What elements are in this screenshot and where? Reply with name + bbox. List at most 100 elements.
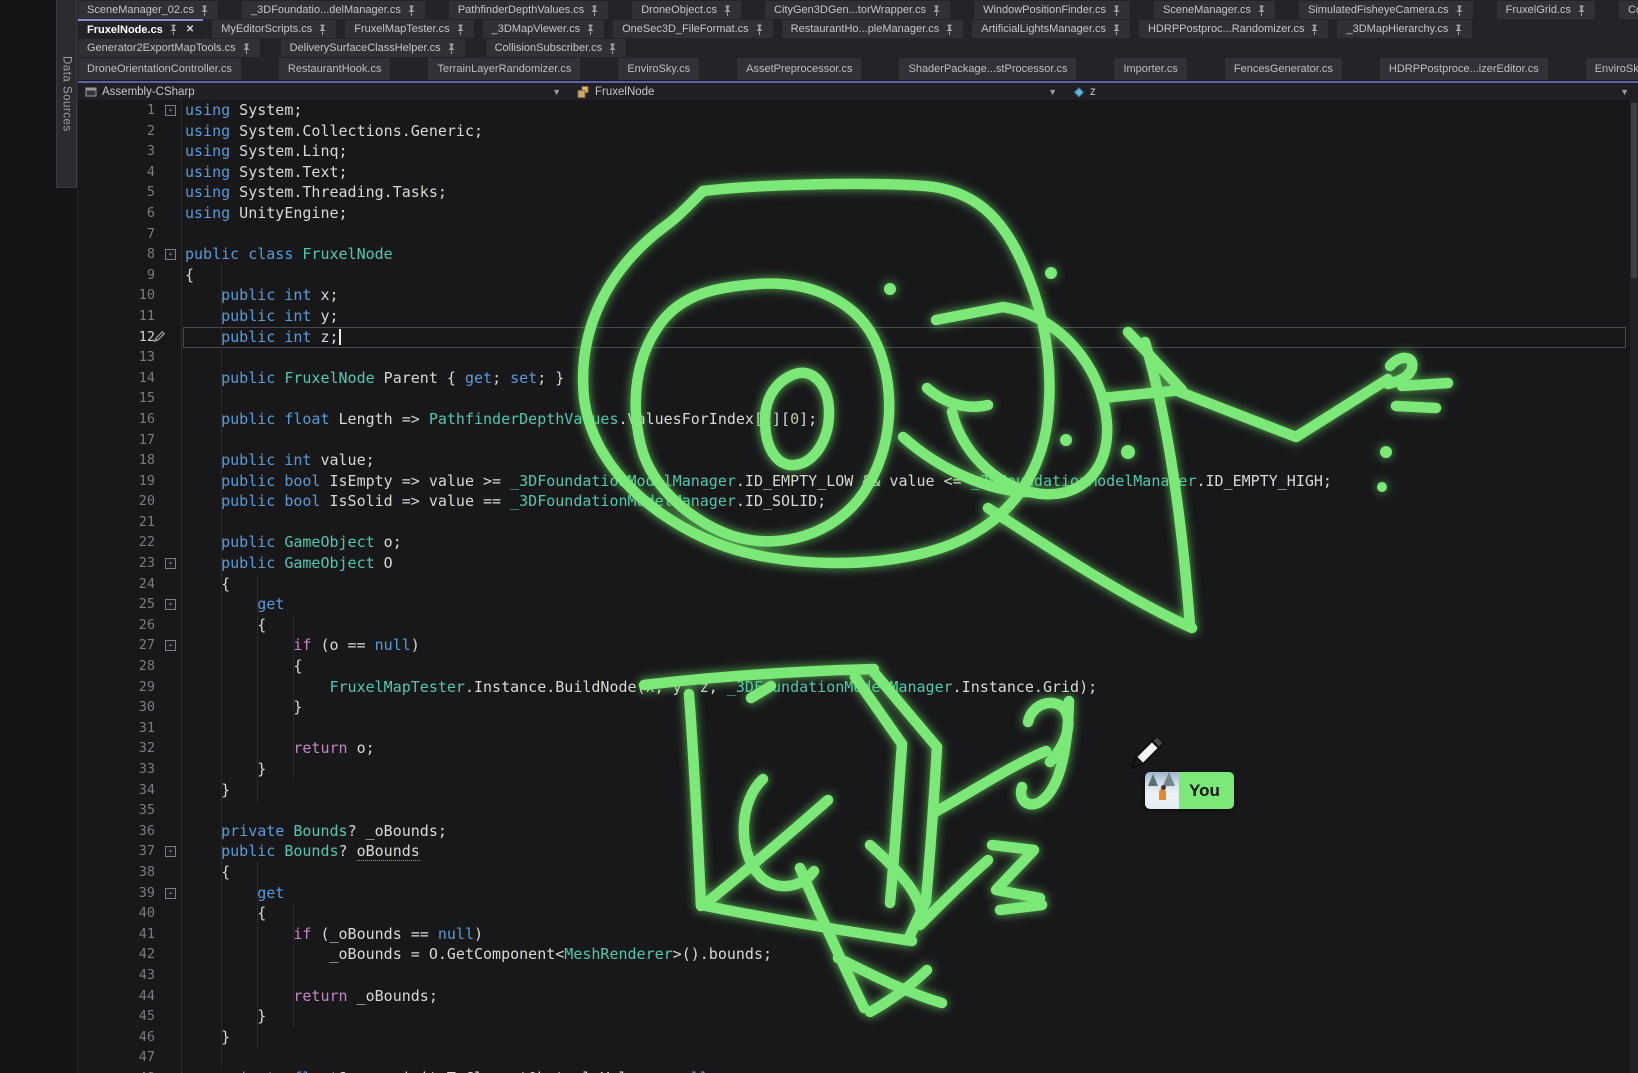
tab-config-cs[interactable]: Config.cs bbox=[1619, 1, 1638, 19]
project-dropdown[interactable]: Assembly-CSharp ▼ bbox=[78, 83, 570, 100]
tab-onesec3d-fileformat-cs[interactable]: OneSec3D_FileFormat.cs bbox=[613, 20, 773, 38]
tab-droneobject-cs[interactable]: DroneObject.cs bbox=[632, 1, 741, 19]
code-line[interactable]: 34 } bbox=[78, 780, 1630, 801]
pin-icon[interactable] bbox=[590, 5, 599, 16]
code-line[interactable]: 33 } bbox=[78, 759, 1630, 780]
code-line[interactable]: 18 public int value; bbox=[78, 450, 1630, 471]
tab-terrainlayerrandomizer-cs[interactable]: TerrainLayerRandomizer.cs bbox=[428, 58, 580, 80]
pin-icon[interactable] bbox=[1455, 5, 1464, 16]
code-line[interactable]: 39- get bbox=[78, 883, 1630, 904]
tab-restaurantho-plemanager-cs[interactable]: RestaurantHo...pleManager.cs bbox=[782, 20, 964, 38]
tab-scenemanager-02-cs[interactable]: SceneManager_02.cs bbox=[78, 1, 218, 19]
code-line[interactable]: 26 { bbox=[78, 615, 1630, 636]
code-line[interactable]: 41 if (_oBounds == null) bbox=[78, 924, 1630, 945]
code-line[interactable]: 16 public float Length => PathfinderDept… bbox=[78, 409, 1630, 430]
code-line[interactable]: 4using System.Text; bbox=[78, 162, 1630, 183]
pin-icon[interactable] bbox=[407, 5, 416, 16]
pin-icon[interactable] bbox=[755, 24, 764, 35]
tab--3dfoundatio-delmanager-cs[interactable]: _3DFoundatio...delManager.cs bbox=[242, 1, 425, 19]
code-line[interactable]: 3using System.Linq; bbox=[78, 141, 1630, 162]
tab-simulatedfisheyecamera-cs[interactable]: SimulatedFisheyeCamera.cs bbox=[1299, 1, 1473, 19]
pin-icon[interactable] bbox=[1577, 5, 1586, 16]
code-line[interactable]: 19 public bool IsEmpty => value >= _3DFo… bbox=[78, 471, 1630, 492]
pin-icon[interactable] bbox=[1112, 5, 1121, 16]
code-line[interactable]: 2using System.Collections.Generic; bbox=[78, 121, 1630, 142]
tab-myeditorscripts-cs[interactable]: MyEditorScripts.cs bbox=[212, 20, 336, 38]
pin-icon[interactable] bbox=[200, 5, 209, 16]
member-dropdown[interactable]: z ▼ bbox=[1066, 83, 1638, 100]
code-line[interactable]: 13 bbox=[78, 347, 1630, 368]
code-line[interactable]: 48 private float? _proximityToClosestObs… bbox=[78, 1068, 1630, 1073]
code-line[interactable]: 35 bbox=[78, 800, 1630, 821]
tab-assetpreprocessor-cs[interactable]: AssetPreprocessor.cs bbox=[737, 58, 861, 80]
code-line[interactable]: 29 FruxelMapTester.Instance.BuildNode(x,… bbox=[78, 677, 1630, 698]
code-line[interactable]: 43 bbox=[78, 965, 1630, 986]
code-line[interactable]: 32 return o; bbox=[78, 738, 1630, 759]
code-line[interactable]: 38 { bbox=[78, 862, 1630, 883]
code-line[interactable]: 28 { bbox=[78, 656, 1630, 677]
type-dropdown[interactable]: FruxelNode ▼ bbox=[570, 83, 1066, 100]
tab-citygen3dgen-torwrapper-cs[interactable]: CityGen3DGen...torWrapper.cs bbox=[765, 1, 950, 19]
tab-enviroskymgr-cs[interactable]: EnviroSkyMgr.cs bbox=[1586, 58, 1638, 80]
pin-icon[interactable] bbox=[1310, 24, 1319, 35]
code-line[interactable]: 37- public Bounds? oBounds bbox=[78, 841, 1630, 862]
tab--3dmaphierarchy-cs[interactable]: _3DMapHierarchy.cs bbox=[1337, 20, 1472, 38]
tab-hdrppostproce-izereditor-cs[interactable]: HDRPPostproce...izerEditor.cs bbox=[1380, 58, 1548, 80]
code-line[interactable]: 45 } bbox=[78, 1006, 1630, 1027]
code-line[interactable]: 46 } bbox=[78, 1027, 1630, 1048]
fold-collapse-icon[interactable]: - bbox=[165, 249, 176, 260]
code-line[interactable]: 8-public class FruxelNode bbox=[78, 244, 1630, 265]
code-line[interactable]: 36 private Bounds? _oBounds; bbox=[78, 821, 1630, 842]
code-line[interactable]: 25- get bbox=[78, 594, 1630, 615]
tab-collisionsubscriber-cs[interactable]: CollisionSubscriber.cs bbox=[486, 39, 627, 57]
tab-envirosky-cs[interactable]: EnviroSky.cs bbox=[618, 58, 699, 80]
fold-collapse-icon[interactable]: - bbox=[165, 599, 176, 610]
tab-deliverysurfaceclasshelper-cs[interactable]: DeliverySurfaceClassHelper.cs bbox=[281, 39, 465, 57]
pin-icon[interactable] bbox=[1454, 24, 1463, 35]
tab-generator2exportmaptools-cs[interactable]: Generator2ExportMapTools.cs bbox=[78, 39, 260, 57]
fold-collapse-icon[interactable]: - bbox=[165, 105, 176, 116]
tab-fruxelgrid-cs[interactable]: FruxelGrid.cs bbox=[1497, 1, 1595, 19]
code-line[interactable]: 20 public bool IsSolid => value == _3DFo… bbox=[78, 491, 1630, 512]
data-sources-tab[interactable]: Data Sources bbox=[56, 0, 77, 188]
tab-artificiallightsmanager-cs[interactable]: ArtificialLightsManager.cs bbox=[972, 20, 1130, 38]
code-line[interactable]: 24 { bbox=[78, 574, 1630, 595]
tab-droneorientationcontroller-cs[interactable]: DroneOrientationController.cs bbox=[78, 58, 241, 80]
code-line[interactable]: 9{ bbox=[78, 265, 1630, 286]
pin-icon[interactable] bbox=[318, 24, 327, 35]
tab-shaderpackage-stprocessor-cs[interactable]: ShaderPackage...stProcessor.cs bbox=[899, 58, 1076, 80]
code-line[interactable]: 40 { bbox=[78, 903, 1630, 924]
pin-icon[interactable] bbox=[1112, 24, 1121, 35]
fold-collapse-icon[interactable]: - bbox=[165, 888, 176, 899]
scrollbar-thumb[interactable] bbox=[1631, 103, 1637, 278]
pin-icon[interactable] bbox=[456, 24, 465, 35]
code-line[interactable]: 21 bbox=[78, 512, 1630, 533]
code-line[interactable]: 44 return _oBounds; bbox=[78, 986, 1630, 1007]
code-line[interactable]: 42 _oBounds = O.GetComponent<MeshRendere… bbox=[78, 944, 1630, 965]
pin-icon[interactable] bbox=[932, 5, 941, 16]
tab-importer-cs[interactable]: Importer.cs bbox=[1114, 58, 1186, 80]
tab-fencesgenerator-cs[interactable]: FencesGenerator.cs bbox=[1225, 58, 1342, 80]
tab-scenemanager-cs[interactable]: SceneManager.cs bbox=[1154, 1, 1275, 19]
code-line[interactable]: 14 public FruxelNode Parent { get; set; … bbox=[78, 368, 1630, 389]
pin-icon[interactable] bbox=[608, 43, 617, 54]
tab-pathfinderdepthvalues-cs[interactable]: PathfinderDepthValues.cs bbox=[449, 1, 608, 19]
code-line[interactable]: 30 } bbox=[78, 697, 1630, 718]
pin-icon[interactable] bbox=[447, 43, 456, 54]
tab-fruxelnode-cs[interactable]: FruxelNode.cs✕ bbox=[78, 19, 203, 38]
pin-icon[interactable] bbox=[945, 24, 954, 35]
code-line[interactable]: 7 bbox=[78, 224, 1630, 245]
close-icon[interactable]: ✕ bbox=[186, 24, 194, 35]
pin-icon[interactable] bbox=[1257, 5, 1266, 16]
fold-collapse-icon[interactable]: - bbox=[165, 846, 176, 857]
code-line[interactable]: 10 public int x; bbox=[78, 285, 1630, 306]
fold-collapse-icon[interactable]: - bbox=[165, 558, 176, 569]
code-line[interactable]: 27- if (o == null) bbox=[78, 635, 1630, 656]
vertical-scrollbar[interactable] bbox=[1630, 100, 1638, 1073]
tab-windowpositionfinder-cs[interactable]: WindowPositionFinder.cs bbox=[974, 1, 1130, 19]
pin-icon[interactable] bbox=[169, 24, 178, 35]
code-line[interactable]: 12 public int z; bbox=[78, 327, 1630, 348]
code-line[interactable]: 47 bbox=[78, 1047, 1630, 1068]
pin-icon[interactable] bbox=[723, 5, 732, 16]
code-line[interactable]: 5using System.Threading.Tasks; bbox=[78, 182, 1630, 203]
